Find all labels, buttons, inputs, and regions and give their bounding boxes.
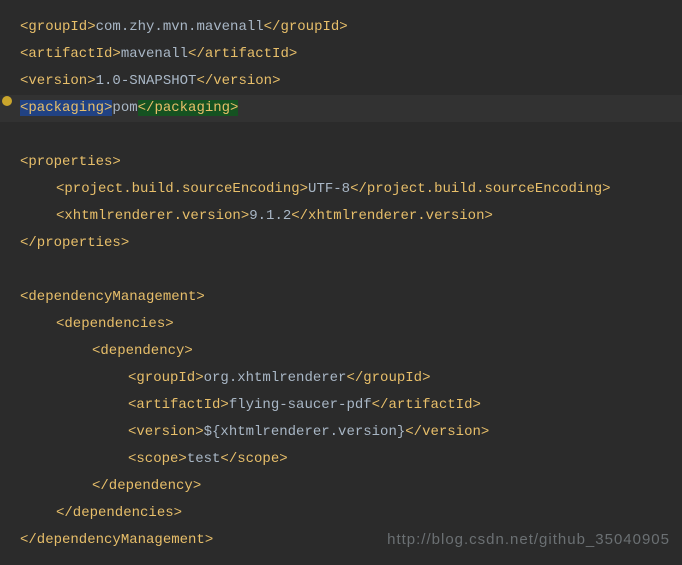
tag-open: <dependencies> [56, 316, 174, 332]
code-line: <project.build.sourceEncoding>UTF-8</pro… [0, 176, 682, 203]
code-line: <dependencyManagement> [0, 284, 682, 311]
tag-close-matched: </packaging> [138, 100, 239, 116]
code-line: </dependency> [0, 473, 682, 500]
tag-open: <groupId> [20, 19, 96, 35]
tag-close: </artifactId> [188, 46, 297, 62]
text-value: UTF-8 [308, 181, 350, 197]
tag-close: </version> [196, 73, 280, 89]
tag-open: <dependency> [92, 343, 193, 359]
code-line: <groupId>com.zhy.mvn.mavenall</groupId> [0, 14, 682, 41]
tag-close: </dependencyManagement> [20, 532, 213, 548]
text-value: 9.1.2 [249, 208, 291, 224]
watermark-text: http://blog.csdn.net/github_35040905 [387, 526, 670, 553]
tag-open: <version> [128, 424, 204, 440]
code-line: <scope>test</scope> [0, 446, 682, 473]
tag-close: </properties> [20, 235, 129, 251]
tag-close: </artifactId> [372, 397, 481, 413]
code-editor[interactable]: <groupId>com.zhy.mvn.mavenall</groupId> … [0, 14, 682, 554]
code-line: </dependencies> [0, 500, 682, 527]
tag-open: <xhtmlrenderer.version> [56, 208, 249, 224]
code-line: <artifactId>flying-saucer-pdf</artifactI… [0, 392, 682, 419]
tag-open-selected: <packaging> [20, 100, 112, 116]
tag-open: <version> [20, 73, 96, 89]
code-line: <groupId>org.xhtmlrenderer</groupId> [0, 365, 682, 392]
code-line: <version>${xhtmlrenderer.version}</versi… [0, 419, 682, 446]
tag-open: <project.build.sourceEncoding> [56, 181, 308, 197]
tag-open: <scope> [128, 451, 187, 467]
code-line: <properties> [0, 149, 682, 176]
tag-close: </groupId> [264, 19, 348, 35]
text-value: flying-saucer-pdf [229, 397, 372, 413]
text-value: ${xhtmlrenderer.version} [204, 424, 406, 440]
text-value: com.zhy.mvn.mavenall [96, 19, 264, 35]
tag-close: </scope> [220, 451, 287, 467]
tag-open: <dependencyManagement> [20, 289, 205, 305]
tag-open: <properties> [20, 154, 121, 170]
tag-close: </xhtmlrenderer.version> [291, 208, 493, 224]
code-line: </properties> [0, 230, 682, 257]
tag-open: <artifactId> [128, 397, 229, 413]
tag-close: </version> [405, 424, 489, 440]
code-line-highlighted: <packaging>pom</packaging> [0, 95, 682, 122]
text-value: pom [112, 100, 137, 116]
text-value: org.xhtmlrenderer [204, 370, 347, 386]
tag-close: </project.build.sourceEncoding> [350, 181, 610, 197]
text-value: test [187, 451, 221, 467]
code-line: <dependency> [0, 338, 682, 365]
code-line: <dependencies> [0, 311, 682, 338]
code-line: <version>1.0-SNAPSHOT</version> [0, 68, 682, 95]
blank-line [0, 257, 682, 284]
tag-close: </groupId> [346, 370, 430, 386]
tag-close: </dependency> [92, 478, 201, 494]
gutter-warning-icon[interactable] [2, 96, 12, 106]
code-line: <artifactId>mavenall</artifactId> [0, 41, 682, 68]
code-line: <xhtmlrenderer.version>9.1.2</xhtmlrende… [0, 203, 682, 230]
text-value: 1.0-SNAPSHOT [96, 73, 197, 89]
text-value: mavenall [121, 46, 188, 62]
tag-open: <artifactId> [20, 46, 121, 62]
blank-line [0, 122, 682, 149]
tag-close: </dependencies> [56, 505, 182, 521]
tag-open: <groupId> [128, 370, 204, 386]
